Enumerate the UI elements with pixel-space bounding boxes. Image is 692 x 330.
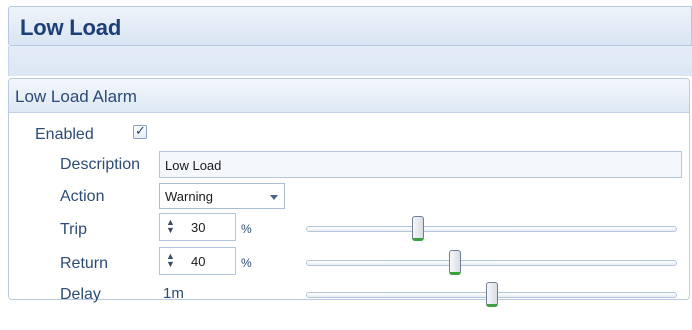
return-label: Return [60, 255, 109, 272]
trip-slider-thumb[interactable] [412, 216, 424, 241]
return-slider-thumb[interactable] [449, 250, 461, 275]
page-header: Low Load [8, 6, 692, 46]
checkmark-icon: ✓ [135, 123, 146, 138]
action-label: Action [60, 188, 105, 205]
up-down-arrows-icon[interactable]: ▲ ▼ [166, 218, 175, 235]
delay-label: Delay [60, 286, 101, 303]
description-input[interactable]: Low Load [159, 151, 682, 178]
trip-slider-track[interactable] [306, 226, 677, 232]
trip-value: 30 [191, 220, 206, 235]
trip-label: Trip [60, 221, 87, 238]
action-dropdown[interactable]: Warning [159, 183, 285, 209]
return-unit: % [241, 256, 252, 270]
enabled-checkbox[interactable]: ✓ [133, 123, 147, 139]
action-value: Warning [165, 189, 213, 204]
header-band [8, 46, 692, 76]
enabled-label: Enabled [35, 126, 94, 143]
group-header: Low Load Alarm [9, 79, 689, 113]
delay-value: 1m [163, 285, 184, 302]
chevron-down-icon[interactable] [270, 195, 278, 200]
low-load-alarm-group: Low Load Alarm [8, 78, 690, 300]
return-spinner[interactable]: ▲ ▼ 40 [159, 247, 236, 275]
return-value: 40 [191, 254, 206, 269]
page-title: Low Load [20, 15, 122, 40]
trip-spinner[interactable]: ▲ ▼ 30 [159, 213, 236, 241]
trip-unit: % [241, 222, 252, 236]
group-title: Low Load Alarm [15, 87, 137, 106]
return-slider-track[interactable] [306, 260, 677, 266]
description-label: Description [60, 156, 141, 173]
delay-slider-thumb[interactable] [486, 282, 498, 307]
up-down-arrows-icon[interactable]: ▲ ▼ [166, 252, 175, 269]
